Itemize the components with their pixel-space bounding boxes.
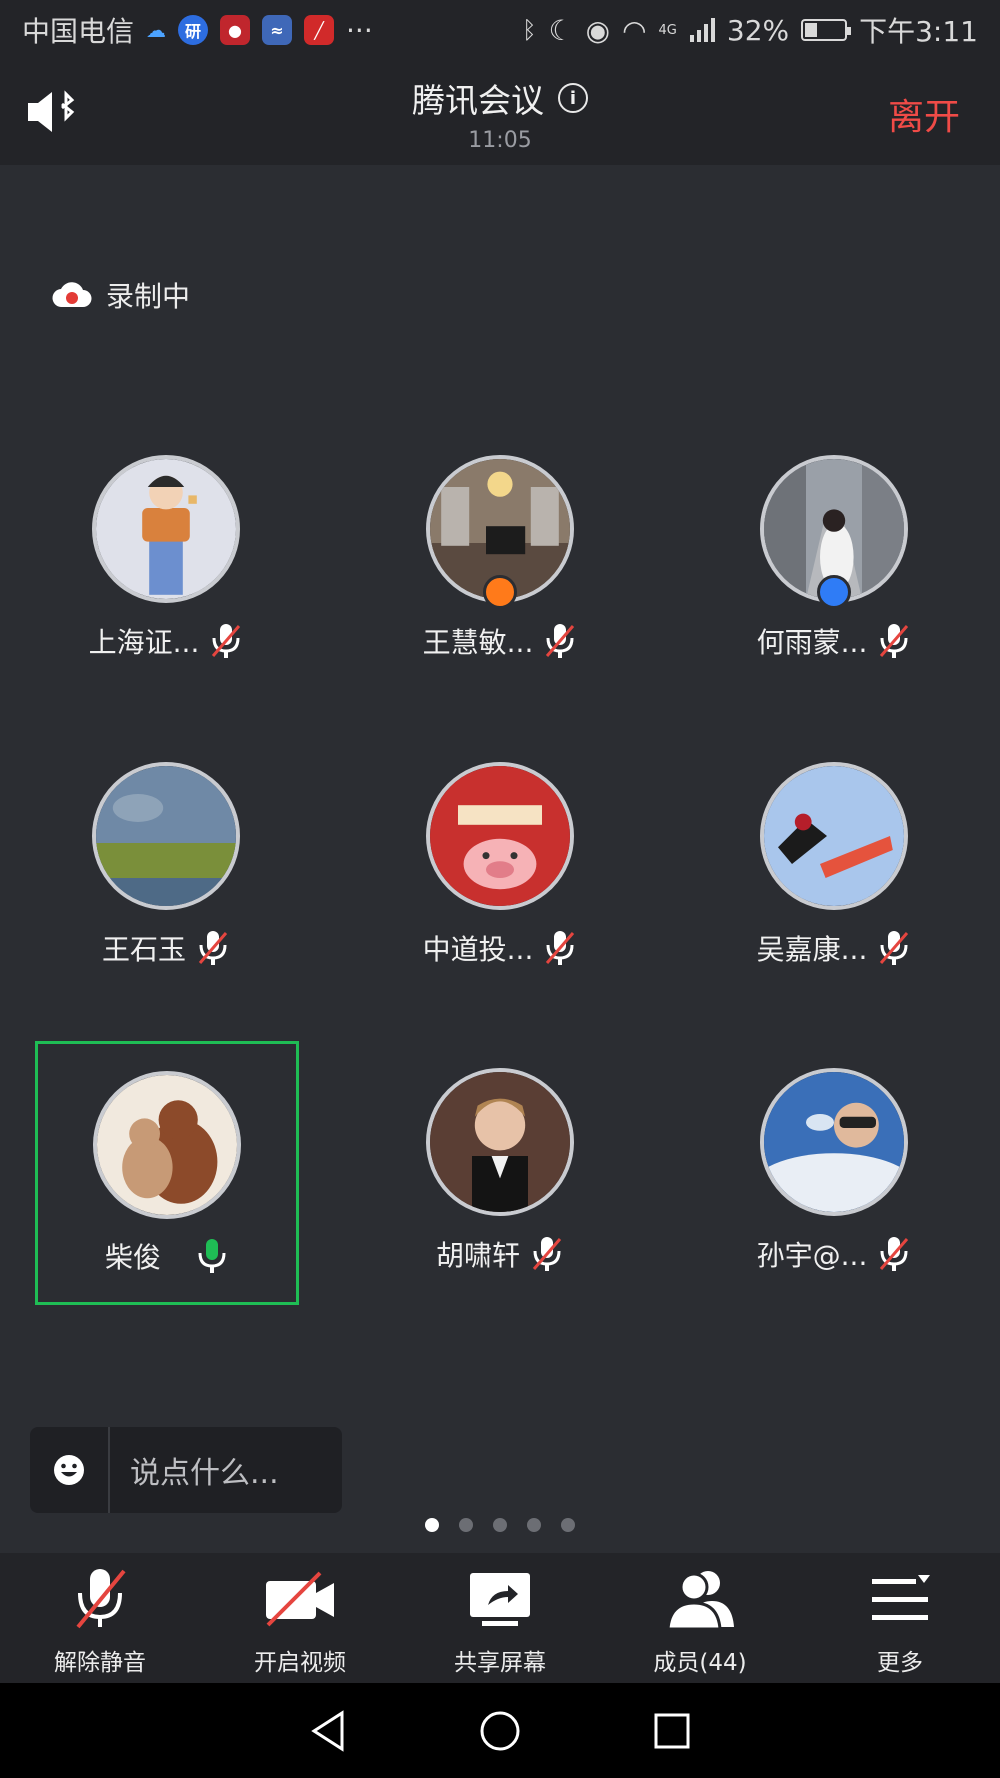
start-video-button[interactable]: 开启视频 (200, 1553, 400, 1683)
moon-icon: ☾ (548, 13, 574, 47)
back-icon[interactable] (308, 1709, 348, 1753)
voice-app-icon: ● (220, 15, 251, 45)
video-label: 开启视频 (254, 1650, 346, 1676)
participant-tile-speaking[interactable]: 柴俊 (35, 1041, 299, 1305)
participant-name: 王石玉 (101, 933, 186, 966)
recording-indicator: 录制中 (52, 275, 190, 315)
mic-muted-icon (198, 931, 228, 965)
meeting-timer: 11:05 (468, 128, 532, 153)
avatar (760, 762, 908, 910)
share-screen-icon (470, 1573, 530, 1626)
emoji-icon (54, 1455, 84, 1485)
signal-icon (689, 18, 715, 42)
unmute-label: 解除静音 (54, 1650, 146, 1676)
mic-active-icon (198, 1239, 226, 1273)
avatar (93, 1071, 241, 1219)
more-menu-icon (872, 1575, 930, 1620)
cloud-sync-icon: ☁ (146, 18, 167, 42)
emoji-button[interactable] (30, 1427, 110, 1513)
participant-tile[interactable]: 王石玉 (50, 732, 282, 966)
members-button[interactable]: 成员(44) (600, 1553, 800, 1683)
more-label: 更多 (877, 1650, 923, 1676)
avatar (426, 762, 574, 910)
network-type: 4G (658, 22, 677, 38)
app-notification-icon: 研 (178, 15, 209, 45)
participant-name: 胡啸轩 (435, 1239, 520, 1272)
mic-muted-icon (532, 1237, 562, 1271)
participant-tile[interactable]: 吴嘉康... (718, 732, 950, 966)
stock-app-icon: ╱ (304, 15, 335, 45)
page-dot[interactable] (527, 1518, 541, 1532)
more-button[interactable]: 更多 (800, 1553, 1000, 1683)
participant-name: 柴俊 (104, 1241, 161, 1274)
participant-tile[interactable]: 胡啸轩 (384, 1038, 616, 1272)
share-label: 共享屏幕 (454, 1650, 546, 1676)
participant-name: 孙宇@... (756, 1239, 868, 1272)
participant-tile[interactable]: 中道投... (384, 732, 616, 966)
home-icon[interactable] (478, 1709, 522, 1753)
share-screen-button[interactable]: 共享屏幕 (400, 1553, 600, 1683)
info-icon[interactable]: i (558, 83, 588, 113)
page-dot[interactable] (561, 1518, 575, 1532)
page-dot[interactable] (459, 1518, 473, 1532)
page-dot[interactable] (493, 1518, 507, 1532)
participant-tile[interactable]: 孙宇@... (718, 1038, 950, 1272)
mic-muted-icon (880, 624, 909, 658)
unmute-button[interactable]: 解除静音 (0, 1553, 200, 1683)
clock: 下午3:11 (859, 15, 978, 48)
camera-off-icon (266, 1571, 334, 1627)
wifi-icon: ◠ (622, 13, 647, 47)
participant-tile[interactable]: 王慧敏... (384, 425, 616, 659)
participant-name: 吴嘉康... (756, 933, 868, 966)
system-nav-bar (0, 1683, 1000, 1778)
participant-name: 何雨蒙... (756, 626, 868, 659)
participant-name: 上海证... (88, 626, 200, 659)
mic-muted-icon (76, 1569, 126, 1629)
chat-placeholder: 说点什么... (130, 1456, 279, 1491)
mic-muted-icon (546, 624, 575, 658)
status-bar: 中国电信 ☁ 研 ● ≈ ╱ ··· ᛒ ☾ ◉ ◠ 4G 32% 下午3:11 (0, 0, 1000, 60)
participant-tile[interactable]: 上海证... (50, 425, 282, 659)
battery-icon (801, 19, 852, 41)
cohost-badge-icon (817, 575, 851, 609)
more-notifications-icon: ··· (346, 13, 373, 47)
recents-icon[interactable] (652, 1711, 692, 1751)
mic-muted-icon (880, 931, 909, 965)
avatar (760, 1068, 908, 1216)
mic-muted-icon (212, 624, 241, 658)
participant-tile[interactable]: 何雨蒙... (718, 425, 950, 659)
avatar (92, 455, 240, 603)
leave-button[interactable]: 离开 (888, 88, 960, 140)
members-icon (666, 1571, 734, 1631)
meeting-title: 腾讯会议 (412, 81, 544, 120)
carrier-label: 中国电信 (22, 15, 135, 48)
page-dot-active[interactable] (425, 1518, 439, 1532)
avatar (426, 1068, 574, 1216)
members-label: 成员(44) (653, 1650, 747, 1676)
page-indicator (0, 1518, 1000, 1532)
mic-muted-icon (880, 1237, 909, 1271)
avatar (92, 762, 240, 910)
battery-percent: 32% (726, 13, 790, 47)
chart-app-icon: ≈ (262, 15, 293, 45)
participant-name: 王慧敏... (422, 626, 534, 659)
meeting-header: 腾讯会议 i 11:05 离开 (0, 60, 1000, 165)
bluetooth-icon: ᛒ (522, 16, 537, 44)
recording-label: 录制中 (106, 280, 191, 313)
eye-icon: ◉ (585, 13, 611, 47)
host-badge-icon (483, 575, 517, 609)
chat-input[interactable]: 说点什么... (30, 1427, 342, 1513)
participant-name: 中道投... (422, 933, 534, 966)
mic-muted-icon (546, 931, 575, 965)
cloud-record-icon (52, 282, 92, 308)
bottom-toolbar: 解除静音 开启视频 共享屏幕 成员(44) 更多 (0, 1553, 1000, 1683)
